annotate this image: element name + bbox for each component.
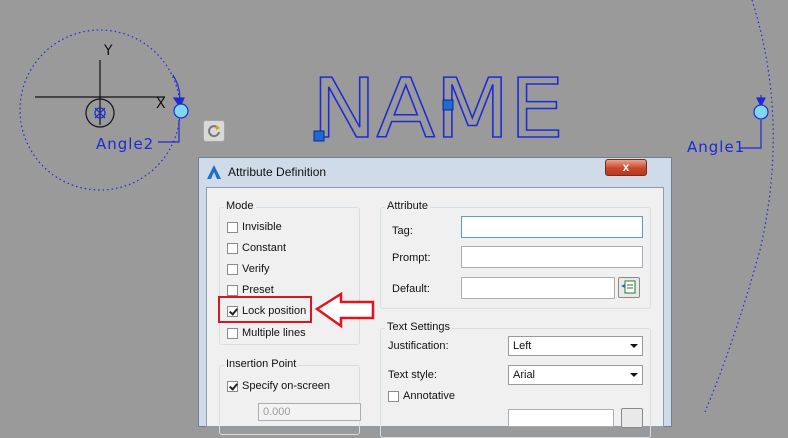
y-axis-label: Y — [103, 43, 113, 59]
angle1-label: Angle1 — [687, 138, 746, 156]
constant-checkbox[interactable]: Constant — [227, 242, 286, 254]
insertion-point-group-title: Insertion Point — [224, 358, 299, 370]
prompt-input[interactable] — [461, 246, 643, 268]
attribute-group-title: Attribute — [385, 200, 430, 212]
angle1-grip[interactable] — [753, 104, 769, 120]
angle2-grip[interactable] — [173, 103, 189, 119]
insert-field-button[interactable] — [618, 277, 640, 298]
preset-checkbox-box[interactable] — [227, 284, 238, 296]
default-label: Default: — [392, 283, 430, 295]
angle1-dotted-arc — [704, 0, 774, 412]
constant-checkbox-box[interactable] — [227, 242, 238, 254]
justification-value: Left — [513, 340, 532, 352]
dialog-titlebar[interactable]: Attribute Definition x — [199, 158, 671, 185]
preset-label: Preset — [242, 284, 274, 296]
ucs-icon — [35, 60, 165, 128]
rotate-icon — [208, 125, 220, 138]
constant-label: Constant — [242, 242, 287, 254]
insertion-point-group — [219, 365, 360, 435]
text-style-select[interactable]: Arial — [508, 365, 643, 385]
text-settings-group-title: Text Settings — [385, 321, 452, 333]
pointer-arrow-icon — [314, 291, 375, 329]
tag-label: Tag: — [392, 225, 413, 237]
annotative-label: Annotative — [403, 390, 455, 402]
text-style-label: Text style: — [388, 369, 437, 381]
attribute-name-text[interactable]: NAME — [311, 61, 565, 158]
attribute-definition-dialog: Attribute Definition x Mode Invisible Co… — [198, 157, 672, 438]
tag-input[interactable] — [461, 216, 643, 238]
preset-checkbox[interactable]: Preset — [227, 284, 274, 296]
multiple-lines-label: Multiple lines — [242, 327, 306, 339]
multiple-lines-checkbox-box[interactable] — [227, 327, 238, 339]
annotative-checkbox-box[interactable] — [388, 390, 399, 402]
autocad-logo-icon — [207, 165, 221, 179]
chevron-down-icon — [630, 344, 638, 348]
lock-position-highlight — [218, 296, 312, 323]
default-input[interactable] — [461, 277, 615, 299]
chevron-down-icon — [630, 373, 638, 377]
verify-checkbox-box[interactable] — [227, 263, 238, 275]
insertion-x-field[interactable]: 0.000 — [258, 403, 361, 421]
verify-checkbox[interactable]: Verify — [227, 263, 270, 275]
prompt-label: Prompt: — [392, 252, 431, 264]
x-axis-label: X — [156, 96, 166, 112]
specify-on-screen-label: Specify on-screen — [242, 380, 331, 392]
annotative-checkbox[interactable]: Annotative — [388, 390, 455, 402]
verify-label: Verify — [242, 263, 270, 275]
justification-label: Justification: — [388, 340, 449, 352]
insert-field-icon — [621, 280, 636, 294]
specify-on-screen-checkbox[interactable]: Specify on-screen — [227, 380, 330, 392]
invisible-checkbox[interactable]: Invisible — [227, 221, 282, 233]
invisible-checkbox-box[interactable] — [227, 221, 238, 233]
dialog-title: Attribute Definition — [228, 165, 327, 179]
text-style-value: Arial — [513, 369, 536, 381]
specify-on-screen-checkbox-box[interactable] — [227, 380, 238, 392]
multiple-lines-checkbox[interactable]: Multiple lines — [227, 327, 306, 339]
insertion-grip[interactable] — [313, 130, 325, 142]
rotate-grip-button[interactable] — [203, 120, 225, 142]
invisible-label: Invisible — [242, 221, 282, 233]
justification-select[interactable]: Left — [508, 336, 643, 356]
close-button[interactable]: x — [605, 159, 647, 176]
midpoint-grip[interactable] — [442, 99, 454, 111]
text-height-pick-button[interactable] — [621, 408, 643, 428]
mode-group-title: Mode — [224, 200, 256, 212]
angle2-label: Angle2 — [96, 135, 155, 153]
